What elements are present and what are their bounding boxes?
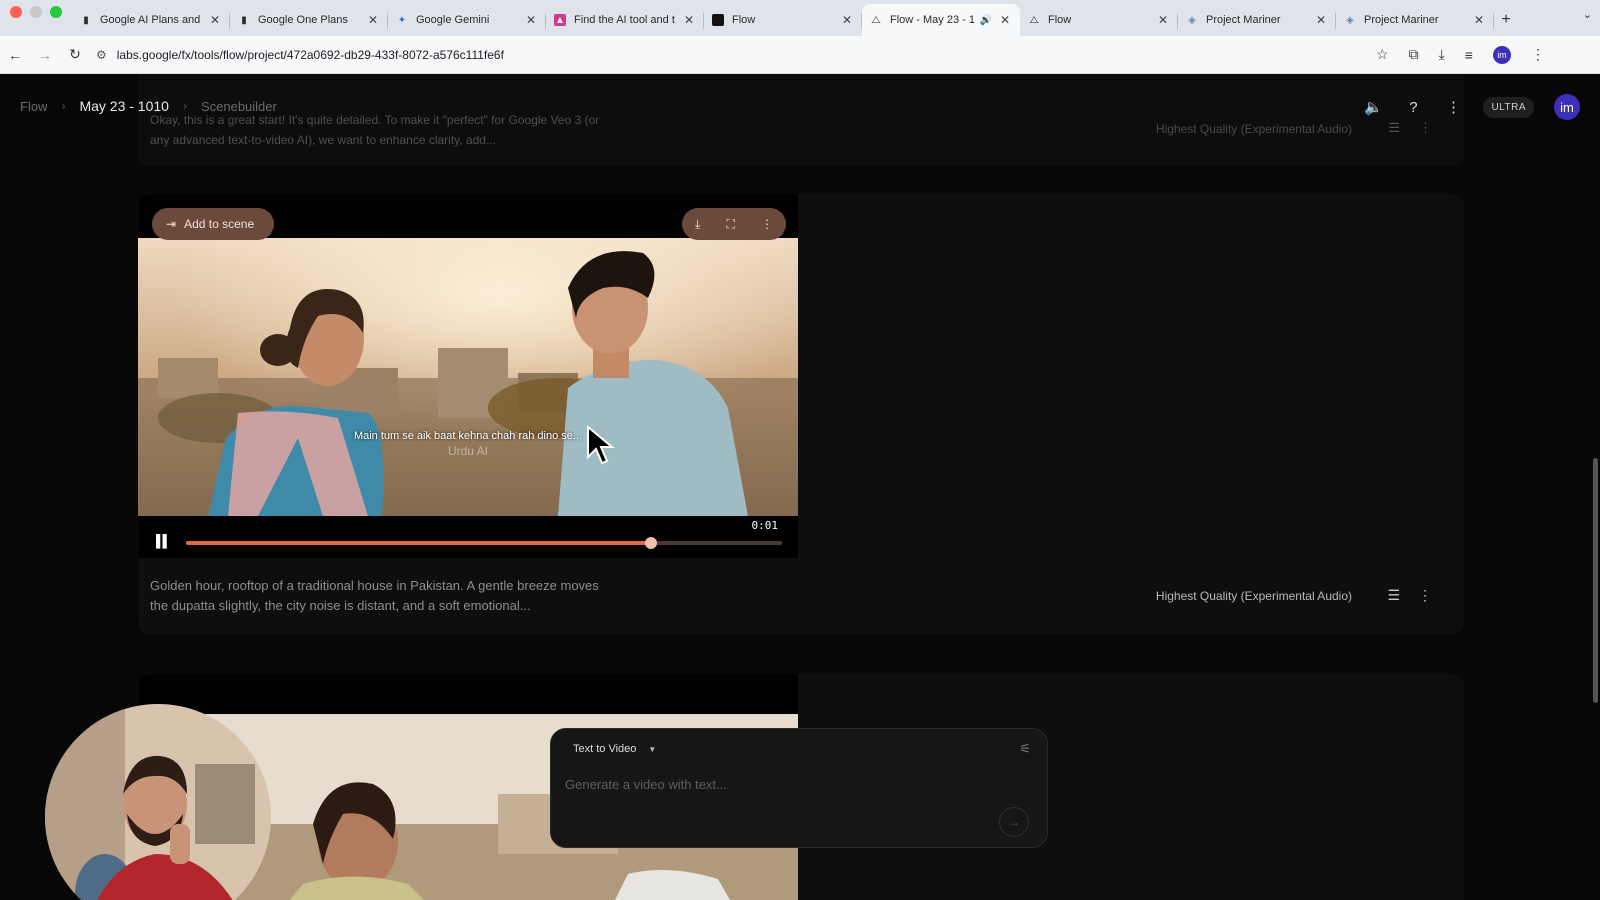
breadcrumb: Flow › May 23 - 1010 › Scenebuilder (20, 98, 277, 114)
close-window-button[interactable] (10, 6, 22, 18)
extensions-icon[interactable]: ⧉ (1409, 46, 1419, 63)
tab-search-chevron-icon[interactable]: ⌄ (1583, 8, 1592, 21)
clip-prompt-text: Okay, this is a great start! It's quite … (150, 113, 600, 147)
speaker-icon[interactable]: 🔊 (980, 15, 992, 26)
browser-tab[interactable]: ◈ Project Mariner ✕ (1336, 4, 1494, 36)
reload-icon[interactable]: ↻ (60, 46, 90, 63)
add-to-scene-label: Add to scene (184, 217, 255, 231)
chevron-right-icon: › (182, 99, 187, 113)
close-tab-icon[interactable]: ✕ (840, 13, 854, 27)
flow-favicon-icon (712, 14, 724, 26)
video-actions: ⤓ ⛶ ⋮ (682, 208, 786, 240)
quality-label: Highest Quality (Experimental Audio) (1155, 122, 1352, 136)
caret-down-icon: ▼ (648, 744, 657, 754)
browser-toolbar: ← → ↻ ⚙ labs.google/fx/tools/flow/projec… (0, 36, 1600, 74)
media-controls-icon[interactable]: ≡ (1465, 47, 1473, 63)
flow-app: Okay, this is a great start! It's quite … (0, 74, 1600, 900)
help-icon[interactable]: ? (1403, 99, 1423, 116)
toolbar-actions: ☆ ⧉ ⤓ ≡ im ⋮ (1376, 45, 1545, 64)
mode-dropdown[interactable]: Text to Video ▼ (573, 743, 656, 755)
chevron-right-icon: › (61, 99, 66, 113)
add-to-scene-button[interactable]: ⇥ Add to scene (152, 208, 275, 240)
fullscreen-icon[interactable]: ⛶ (726, 217, 734, 232)
browser-tab[interactable]: Flow ✕ (704, 4, 862, 36)
google-ai-favicon-icon: ▮ (83, 14, 89, 26)
more-options-icon[interactable]: ⋮ (761, 217, 773, 231)
reuse-prompt-icon[interactable]: ☰ (1387, 587, 1400, 604)
settings-sliders-icon[interactable]: ⚟ (1019, 741, 1031, 757)
add-to-scene-icon: ⇥ (166, 217, 177, 231)
browser-profile-avatar[interactable]: im (1492, 45, 1511, 64)
browser-tab[interactable]: ▮ Google AI Plans and ✕ (72, 4, 230, 36)
close-tab-icon[interactable]: ✕ (524, 13, 538, 27)
prompt-input[interactable] (565, 773, 985, 795)
google-one-favicon-icon: ▮ (241, 14, 247, 26)
breadcrumb-project[interactable]: May 23 - 1010 (79, 98, 169, 114)
progress-bar[interactable] (186, 537, 782, 549)
breadcrumb-flow[interactable]: Flow (20, 99, 47, 114)
send-arrow-icon[interactable]: → (999, 807, 1029, 837)
flow-favicon-icon: ⧍ (1029, 14, 1039, 26)
close-tab-icon[interactable]: ✕ (998, 13, 1012, 27)
back-icon[interactable]: ← (0, 47, 30, 63)
video-watermark: Urdu AI (447, 444, 489, 458)
download-icon[interactable]: ⤓ (695, 217, 700, 232)
browser-tab[interactable]: ⧍ Flow ✕ (1020, 4, 1178, 36)
page-scrollbar[interactable] (1593, 458, 1598, 703)
volume-icon[interactable]: 🔈 (1363, 98, 1383, 116)
video-frame (138, 238, 798, 516)
window-controls (0, 0, 72, 36)
forward-icon[interactable]: → (30, 47, 60, 63)
browser-tab[interactable]: ✦ Google Gemini ✕ (388, 4, 546, 36)
avatar[interactable]: im (1554, 94, 1580, 120)
browser-tab[interactable]: ◈ Project Mariner ✕ (1178, 4, 1336, 36)
mariner-favicon-icon: ◈ (1346, 14, 1354, 26)
ai-tool-favicon-icon: ▲ (554, 14, 566, 26)
bookmark-star-icon[interactable]: ☆ (1376, 46, 1389, 63)
more-menu-icon[interactable]: ⋮ (1443, 98, 1463, 116)
mariner-favicon-icon: ◈ (1188, 14, 1196, 26)
clip-prompt-text: Golden hour, rooftop of a traditional ho… (150, 578, 599, 613)
address-bar[interactable]: ⚙ labs.google/fx/tools/flow/project/472a… (96, 41, 1356, 69)
browser-tab[interactable]: ▲ Find the AI tool and t ✕ (546, 4, 704, 36)
url-text: labs.google/fx/tools/flow/project/472a06… (116, 47, 504, 62)
browser-menu-icon[interactable]: ⋮ (1531, 46, 1545, 63)
flow-favicon-icon: ⧍ (871, 14, 881, 26)
reuse-prompt-icon[interactable]: ☰ (1388, 120, 1400, 136)
close-tab-icon[interactable]: ✕ (366, 13, 380, 27)
download-icon[interactable]: ⤓ (1439, 46, 1445, 63)
more-options-icon[interactable]: ⋮ (1419, 120, 1432, 136)
close-tab-icon[interactable]: ✕ (1314, 13, 1328, 27)
pause-icon[interactable]: ▌▌ (156, 534, 171, 548)
playback-time: 0:01 (751, 519, 779, 532)
video-player[interactable]: Main tum se aik baat kehna chah rah dino… (138, 194, 798, 558)
maximize-window-button[interactable] (50, 6, 62, 18)
progress-handle[interactable] (644, 537, 657, 549)
close-tab-icon[interactable]: ✕ (1472, 13, 1486, 27)
header-actions: 🔈 ? ⋮ ULTRA im (1363, 94, 1580, 120)
browser-tab-active[interactable]: ⧍ Flow - May 23 - 1 🔊 ✕ (862, 4, 1020, 36)
prompt-composer: Text to Video ▼ ⚟ → (550, 728, 1048, 848)
mouse-cursor-icon (587, 425, 615, 465)
mode-label: Text to Video (573, 743, 637, 755)
close-tab-icon[interactable]: ✕ (208, 13, 222, 27)
video-subtitle: Main tum se aik baat kehna chah rah dino… (353, 430, 583, 442)
previous-clip-card: Okay, this is a great start! It's quite … (138, 74, 1464, 166)
minimize-window-button[interactable] (30, 6, 42, 18)
gemini-favicon-icon: ✦ (397, 14, 407, 26)
site-settings-icon[interactable]: ⚙ (96, 48, 107, 62)
progress-fill (186, 541, 651, 545)
close-tab-icon[interactable]: ✕ (682, 13, 696, 27)
close-tab-icon[interactable]: ✕ (1156, 13, 1170, 27)
breadcrumb-view[interactable]: Scenebuilder (201, 99, 277, 114)
browser-tab-strip: ▮ Google AI Plans and ✕ ▮ Google One Plans ✕… (0, 0, 1600, 36)
clip-card: Main tum se aik baat kehna chah rah dino… (138, 194, 1464, 634)
more-options-icon[interactable]: ⋮ (1418, 587, 1432, 604)
tab-list: ▮ Google AI Plans and ✕ ▮ Google One Plans ✕… (72, 2, 1518, 36)
quality-label: Highest Quality (Experimental Audio) (1155, 589, 1352, 603)
browser-tab[interactable]: ▮ Google One Plans ✕ (230, 4, 388, 36)
new-tab-icon[interactable]: + (1494, 4, 1518, 36)
plan-badge: ULTRA (1483, 96, 1534, 118)
